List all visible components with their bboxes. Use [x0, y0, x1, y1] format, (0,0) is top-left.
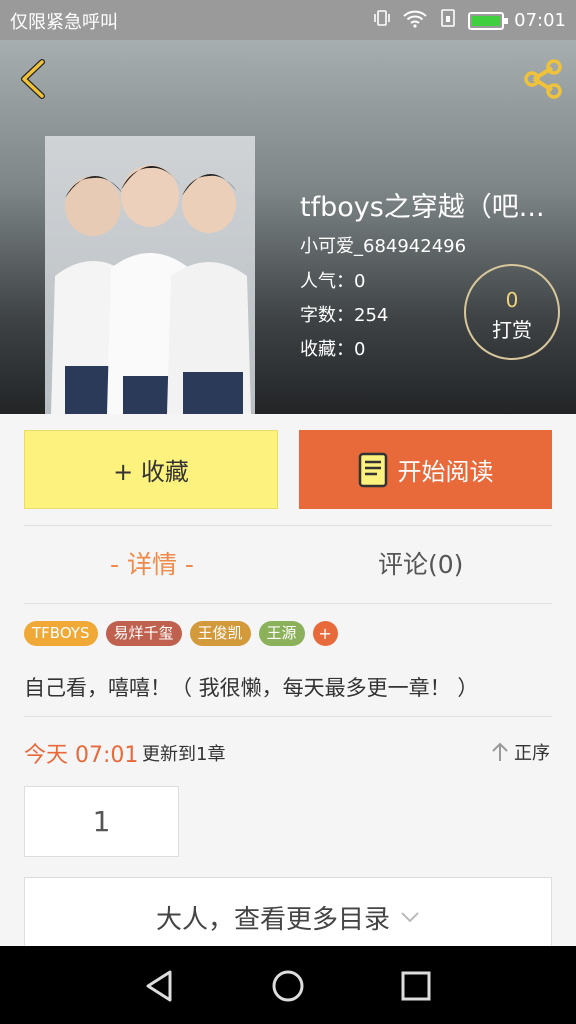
tag-yiyangqianxi[interactable]: 易烊千玺: [105, 621, 182, 646]
book-title: tfboys之穿越（吧...: [300, 192, 545, 223]
book-description: 自己看，嘻嘻！（ 我很懒，每天最多更一章！ ）: [24, 676, 479, 700]
vibrate-icon: [372, 8, 392, 33]
system-nav-bar: [0, 946, 576, 1024]
sort-order-label: 正序: [514, 743, 550, 764]
sim-icon: [438, 8, 458, 33]
book-icon: [358, 452, 387, 487]
book-header: tfboys之穿越（吧... 小可爱_684942496 人气：0 字数：254…: [0, 40, 576, 414]
square-recents-icon: [401, 971, 431, 1001]
back-button[interactable]: [14, 56, 54, 102]
divider: [24, 603, 552, 604]
chevron-left-icon: [21, 59, 45, 99]
reward-button[interactable]: 0 打赏: [464, 264, 560, 360]
tag-list: TFBOYS 易烊千玺 王俊凯 王源 +: [24, 621, 338, 646]
add-tag-button[interactable]: +: [312, 621, 338, 646]
word-count-label: 字数：: [300, 305, 354, 326]
tag-wangjunkai[interactable]: 王俊凯: [189, 621, 251, 646]
favorites-value: 0: [354, 339, 366, 360]
status-icons: 07:01: [372, 8, 566, 33]
clock-text: 07:01: [514, 10, 566, 31]
word-count-value: 254: [354, 305, 389, 326]
sort-order-button[interactable]: 正序: [490, 739, 550, 765]
nav-home-button[interactable]: [266, 964, 310, 1008]
add-favorite-button[interactable]: + 收藏: [24, 430, 278, 509]
nav-recents-button[interactable]: [394, 964, 438, 1008]
chapter-item[interactable]: 1: [24, 786, 179, 857]
start-reading-button[interactable]: 开始阅读: [299, 430, 552, 509]
popularity-label: 人气：: [300, 271, 354, 292]
more-catalog-label: 大人，查看更多目录: [155, 904, 390, 935]
tab-details[interactable]: - 详情 -: [110, 545, 194, 581]
favorites-label: 收藏：: [300, 339, 354, 360]
share-icon: [524, 59, 562, 99]
word-count-stat: 字数：254: [300, 301, 388, 327]
update-time: 今天 07:01: [24, 743, 139, 768]
book-cover-image: [45, 136, 255, 414]
divider: [24, 716, 552, 717]
carrier-text: 仅限紧急呼叫: [10, 12, 118, 33]
tab-comments[interactable]: 评论(0): [378, 545, 463, 581]
tag-wangyuan[interactable]: 王源: [258, 621, 305, 646]
reward-label: 打赏: [492, 318, 532, 342]
triangle-back-icon: [146, 970, 172, 1002]
chevron-down-icon: [401, 912, 419, 923]
reward-count: 0: [505, 288, 519, 312]
popularity-stat: 人气：0: [300, 267, 365, 293]
wifi-icon: [402, 8, 428, 33]
favorites-stat: 收藏：0: [300, 335, 365, 361]
status-bar: 仅限紧急呼叫 07:01: [0, 0, 576, 40]
more-catalog-button[interactable]: 大人，查看更多目录: [24, 877, 552, 957]
book-author: 小可爱_684942496: [300, 236, 467, 257]
circle-home-icon: [272, 970, 304, 1002]
share-button[interactable]: [520, 56, 566, 102]
tag-tfboys[interactable]: TFBOYS: [24, 621, 98, 646]
update-status: 更新到1章: [142, 744, 226, 765]
start-reading-label: 开始阅读: [397, 458, 494, 486]
arrow-up-icon: [492, 742, 508, 761]
battery-icon: [468, 11, 509, 30]
popularity-value: 0: [354, 271, 366, 292]
nav-back-button[interactable]: [138, 964, 182, 1008]
divider: [24, 525, 552, 526]
